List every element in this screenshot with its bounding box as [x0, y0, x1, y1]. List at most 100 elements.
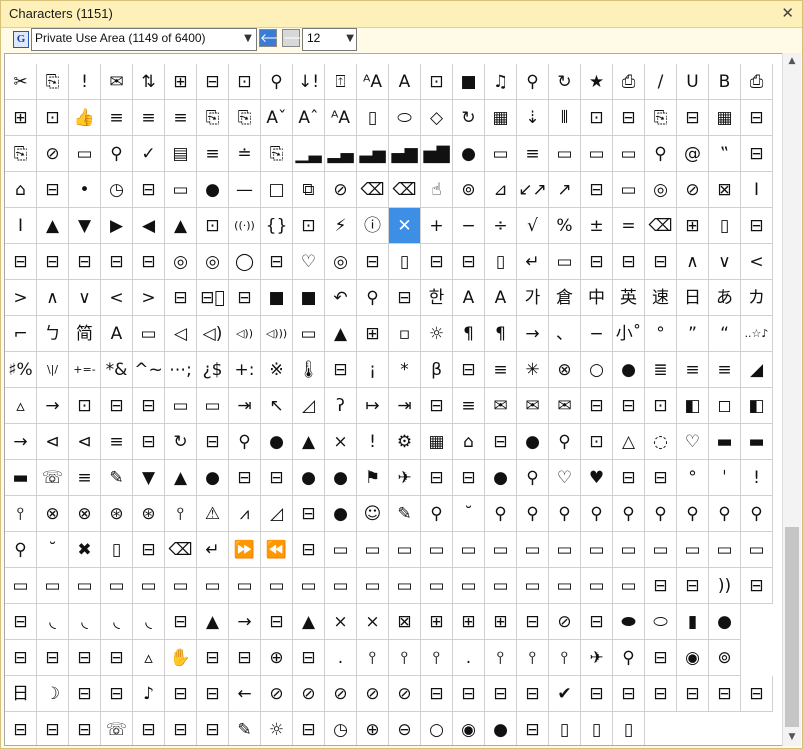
glyph-cell[interactable]: ▯: [549, 712, 581, 745]
glyph-cell[interactable]: *: [389, 352, 421, 388]
glyph-cell[interactable]: ⚲: [645, 136, 677, 172]
glyph-cell[interactable]: カ: [741, 280, 773, 316]
glyph-cell[interactable]: ⚲: [357, 280, 389, 316]
glyph-cell[interactable]: ⊟: [645, 460, 677, 496]
glyph-cell[interactable]: ↙↗: [517, 172, 549, 208]
glyph-cell[interactable]: ✎: [229, 712, 261, 745]
glyph-cell[interactable]: ●: [485, 460, 517, 496]
glyph-cell[interactable]: ⊟: [613, 100, 645, 136]
glyph-cell[interactable]: ↻: [165, 424, 197, 460]
glyph-cell[interactable]: ≡: [101, 100, 133, 136]
glyph-cell[interactable]: ☽: [37, 676, 69, 712]
glyph-cell[interactable]: ⊟: [677, 676, 709, 712]
glyph-cell[interactable]: ≡: [453, 388, 485, 424]
glyph-cell[interactable]: ⊟: [101, 244, 133, 280]
glyph-cell[interactable]: ●: [709, 604, 741, 640]
glyph-cell[interactable]: ⊡: [229, 64, 261, 100]
glyph-cell[interactable]: ◉: [677, 640, 709, 676]
glyph-cell[interactable]: ∧: [677, 244, 709, 280]
glyph-cell[interactable]: ⊟: [613, 388, 645, 424]
back-button[interactable]: 🡐: [259, 29, 292, 47]
glyph-cell[interactable]: ⊟: [293, 640, 325, 676]
glyph-cell[interactable]: ⎘: [37, 64, 69, 100]
glyph-cell[interactable]: ⊟: [677, 100, 709, 136]
glyph-cell[interactable]: ▃▅: [357, 136, 389, 172]
glyph-cell[interactable]: ⊚: [453, 172, 485, 208]
glyph-cell[interactable]: ˘: [37, 532, 69, 568]
glyph-cell[interactable]: >: [133, 280, 165, 316]
glyph-cell[interactable]: ⊟: [101, 676, 133, 712]
glyph-cell[interactable]: ●: [197, 460, 229, 496]
glyph-cell[interactable]: ⫯: [357, 640, 389, 676]
glyph-cell[interactable]: ∨: [709, 244, 741, 280]
glyph-cell[interactable]: ⌫: [357, 172, 389, 208]
glyph-cell[interactable]: ◎: [645, 172, 677, 208]
glyph-cell[interactable]: ⊞: [485, 604, 517, 640]
glyph-cell[interactable]: ˘: [453, 496, 485, 532]
glyph-cell[interactable]: ⚲: [517, 460, 549, 496]
glyph-cell[interactable]: ⚲: [517, 496, 549, 532]
glyph-cell[interactable]: ⊟: [741, 100, 773, 136]
glyph-cell[interactable]: ⇥: [389, 388, 421, 424]
scroll-down-icon[interactable]: ▼: [783, 729, 801, 746]
glyph-cell[interactable]: ⊘: [677, 172, 709, 208]
glyph-cell[interactable]: ↻: [549, 64, 581, 100]
glyph-cell[interactable]: ◎: [197, 244, 229, 280]
glyph-cell[interactable]: ⧉: [293, 172, 325, 208]
glyph-cell[interactable]: ×: [325, 604, 357, 640]
glyph-cell[interactable]: ⌂: [5, 172, 37, 208]
glyph-cell[interactable]: ⊟: [389, 280, 421, 316]
glyph-cell[interactable]: ⊟: [229, 460, 261, 496]
glyph-cell[interactable]: ▭: [421, 532, 453, 568]
glyph-cell[interactable]: ◿: [261, 496, 293, 532]
glyph-cell[interactable]: 中: [581, 280, 613, 316]
glyph-cell[interactable]: ◇: [421, 100, 453, 136]
glyph-cell[interactable]: 速: [645, 280, 677, 316]
glyph-cell[interactable]: ∧: [37, 280, 69, 316]
glyph-cell[interactable]: ◟: [37, 604, 69, 640]
glyph-cell[interactable]: ↻: [453, 100, 485, 136]
glyph-cell[interactable]: ⊟: [133, 388, 165, 424]
glyph-cell[interactable]: ◷: [325, 712, 357, 745]
glyph-cell[interactable]: ⚲: [261, 64, 293, 100]
close-icon[interactable]: ✕: [781, 4, 794, 22]
glyph-cell[interactable]: ▄▆: [389, 136, 421, 172]
glyph-cell[interactable]: ⊟: [645, 244, 677, 280]
glyph-cell[interactable]: A: [453, 280, 485, 316]
glyph-cell[interactable]: ¶: [453, 316, 485, 352]
glyph-cell[interactable]: ▲: [165, 460, 197, 496]
glyph-cell[interactable]: ▭: [677, 532, 709, 568]
glyph-cell[interactable]: ⊟: [645, 676, 677, 712]
glyph-cell[interactable]: ▭: [37, 568, 69, 604]
glyph-cell[interactable]: →: [37, 388, 69, 424]
chevron-down-icon[interactable]: ▼: [242, 33, 254, 45]
glyph-cell[interactable]: ⊟: [485, 676, 517, 712]
glyph-cell[interactable]: 英: [613, 280, 645, 316]
glyph-cell[interactable]: ≡: [517, 136, 549, 172]
glyph-cell[interactable]: ⚲: [549, 424, 581, 460]
glyph-cell[interactable]: ⊡: [293, 208, 325, 244]
glyph-cell[interactable]: ¿$: [197, 352, 229, 388]
glyph-cell[interactable]: ※: [261, 352, 293, 388]
glyph-cell[interactable]: ⊖: [389, 712, 421, 745]
glyph-cell[interactable]: ⫯: [549, 640, 581, 676]
glyph-cell[interactable]: %: [549, 208, 581, 244]
glyph-cell[interactable]: ⫯: [165, 496, 197, 532]
glyph-cell[interactable]: ⊟: [293, 712, 325, 745]
glyph-cell[interactable]: ⊟: [677, 568, 709, 604]
glyph-cell[interactable]: ▭: [197, 388, 229, 424]
range-select[interactable]: Private Use Area (1149 of 6400) ▼: [31, 28, 257, 51]
glyph-cell[interactable]: U: [677, 64, 709, 100]
glyph-cell[interactable]: ×: [325, 424, 357, 460]
glyph-cell[interactable]: ⊟: [485, 424, 517, 460]
glyph-cell[interactable]: ●: [517, 424, 549, 460]
glyph-cell[interactable]: <: [101, 280, 133, 316]
glyph-cell[interactable]: ⊘: [357, 676, 389, 712]
glyph-cell[interactable]: ▭: [581, 136, 613, 172]
glyph-cell[interactable]: 简: [69, 316, 101, 352]
glyph-cell[interactable]: ⚲: [517, 64, 549, 100]
glyph-cell[interactable]: ”: [677, 316, 709, 352]
glyph-cell[interactable]: ‟: [709, 136, 741, 172]
glyph-cell[interactable]: ⊞: [677, 208, 709, 244]
glyph-cell[interactable]: ■: [261, 280, 293, 316]
